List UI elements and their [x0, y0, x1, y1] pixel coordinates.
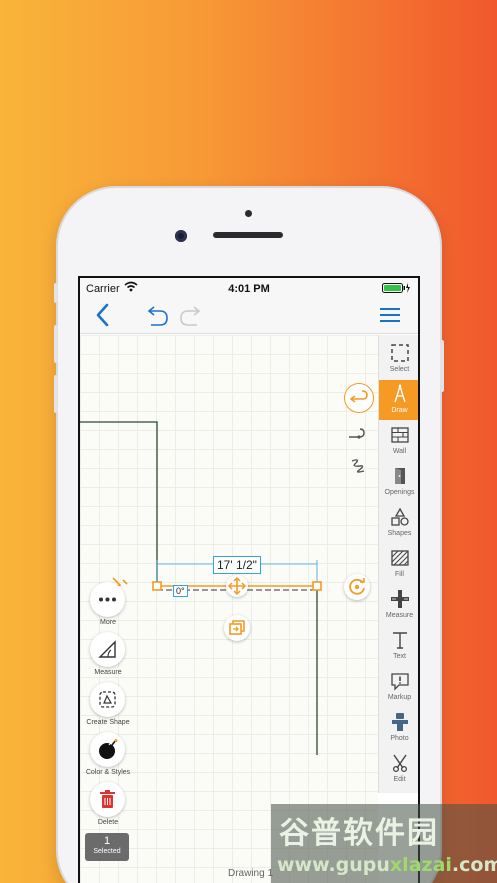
- volume-down-button: [54, 375, 58, 413]
- wall-icon: [391, 427, 409, 443]
- menu-button[interactable]: [378, 302, 402, 333]
- create-shape-button[interactable]: [90, 682, 125, 717]
- tool-measure-label: Measure: [385, 612, 414, 619]
- tool-wall-label: Wall: [392, 448, 407, 455]
- more-button[interactable]: [90, 582, 125, 617]
- silent-switch: [54, 283, 58, 303]
- status-time: 4:01 PM: [228, 283, 270, 295]
- tool-edit[interactable]: Edit: [379, 749, 418, 789]
- freehand-icon: [351, 459, 365, 473]
- earpiece-speaker: [213, 232, 283, 238]
- tool-markup[interactable]: Markup: [379, 667, 418, 707]
- front-camera: [175, 230, 187, 242]
- color-styles-label: Color & Styles: [85, 769, 131, 776]
- delete-button[interactable]: [90, 782, 125, 817]
- watermark-logo: 谷普软件园 www.gupuxlazai.com: [271, 804, 497, 883]
- door-icon: [395, 468, 405, 484]
- drawing-title[interactable]: Drawing 1: [228, 868, 273, 879]
- watermark-url-a: www.gupu: [277, 854, 390, 876]
- tool-photo-label: Photo: [390, 735, 409, 742]
- duplicate-handle[interactable]: [224, 615, 250, 641]
- select-icon: [391, 344, 409, 362]
- watermark-url-b: xlazai: [389, 854, 452, 876]
- color-styles-icon: [99, 739, 118, 759]
- tool-photo[interactable]: Photo: [379, 708, 418, 748]
- redo-icon: [180, 306, 201, 326]
- tool-wall[interactable]: Wall: [379, 421, 418, 461]
- back-button[interactable]: [94, 302, 110, 333]
- selection-count: 1: [103, 835, 111, 847]
- draw-mode-freehand-button[interactable]: [346, 455, 372, 477]
- tool-openings[interactable]: Openings: [379, 462, 418, 502]
- power-button: [440, 340, 444, 392]
- more-label: More: [100, 619, 116, 626]
- measure-tool-button[interactable]: [90, 632, 125, 667]
- tool-text-label: Text: [393, 653, 406, 660]
- tool-shapes-label: Shapes: [387, 530, 412, 537]
- move-handle[interactable]: [226, 575, 248, 597]
- measure-icon: [391, 590, 409, 608]
- watermark-cn: 谷普软件园: [279, 817, 439, 850]
- selection-label: Selected: [93, 848, 121, 855]
- create-shape-icon: [99, 691, 116, 708]
- app-screen: Carrier 4:01 PM 17' 1/2" 0° More Measure…: [78, 276, 420, 883]
- fill-icon: [391, 550, 409, 566]
- color-styles-button[interactable]: [90, 732, 125, 767]
- shapes-icon: [391, 507, 409, 526]
- tool-openings-label: Openings: [384, 489, 415, 496]
- undo-icon: [147, 306, 168, 326]
- tool-measure[interactable]: Measure: [379, 585, 418, 625]
- start-handle[interactable]: [152, 581, 162, 591]
- delete-label: Delete: [97, 819, 119, 826]
- tool-fill-label: Fill: [395, 571, 404, 578]
- watermark-url: www.gupuxlazai.com: [277, 854, 497, 876]
- tool-select-label: Select: [389, 366, 410, 373]
- tool-draw[interactable]: Draw: [379, 380, 418, 420]
- measure-angle-icon: [98, 640, 116, 658]
- create-shape-label: Create Shape: [86, 719, 130, 726]
- tool-fill[interactable]: Fill: [379, 544, 418, 584]
- dimension-label[interactable]: 17' 1/2": [213, 556, 261, 574]
- line-curve-icon: [349, 428, 365, 439]
- end-handle[interactable]: [312, 581, 322, 591]
- front-sensor: [245, 210, 252, 217]
- redo-button[interactable]: [178, 302, 202, 333]
- markup-icon: [391, 673, 409, 691]
- tool-select[interactable]: Select: [379, 339, 418, 379]
- text-icon: [393, 632, 407, 649]
- tool-edit-label: Edit: [393, 776, 406, 783]
- rotate-icon: [349, 578, 365, 595]
- more-icon: [99, 597, 116, 602]
- status-bar: Carrier 4:01 PM: [80, 278, 418, 298]
- trash-icon: [100, 790, 115, 808]
- volume-up-button: [54, 325, 58, 363]
- tool-markup-label: Markup: [387, 694, 412, 701]
- draw-mode-line-curve-button[interactable]: [346, 423, 372, 445]
- tool-draw-label: Draw: [391, 407, 408, 414]
- angle-label: 0°: [173, 585, 188, 597]
- duplicate-icon: [229, 620, 245, 635]
- navigation-bar: [80, 298, 418, 334]
- tool-palette: Select Draw Wall Openings Shapes Fill Me…: [378, 335, 418, 793]
- selection-count-badge[interactable]: 1 Selected: [85, 833, 129, 861]
- draw-icon: [394, 384, 406, 403]
- rotate-handle[interactable]: [344, 574, 370, 600]
- battery-icon: [382, 283, 410, 296]
- move-arrows-icon: [227, 576, 247, 596]
- loop-line-icon: [349, 390, 368, 403]
- measure-tool-label: Measure: [94, 669, 122, 676]
- photo-icon: [392, 713, 408, 731]
- undo-button[interactable]: [146, 302, 170, 333]
- chevron-left-icon: [96, 303, 109, 327]
- tool-shapes[interactable]: Shapes: [379, 503, 418, 543]
- watermark-url-c: .com: [451, 854, 497, 876]
- drawing-canvas[interactable]: 17' 1/2" 0° More Measure Create Shape Co…: [80, 335, 378, 883]
- scissors-icon: [392, 754, 408, 773]
- hamburger-menu-icon: [380, 308, 400, 322]
- draw-mode-loop-button[interactable]: [344, 383, 374, 413]
- tool-text[interactable]: Text: [379, 626, 418, 666]
